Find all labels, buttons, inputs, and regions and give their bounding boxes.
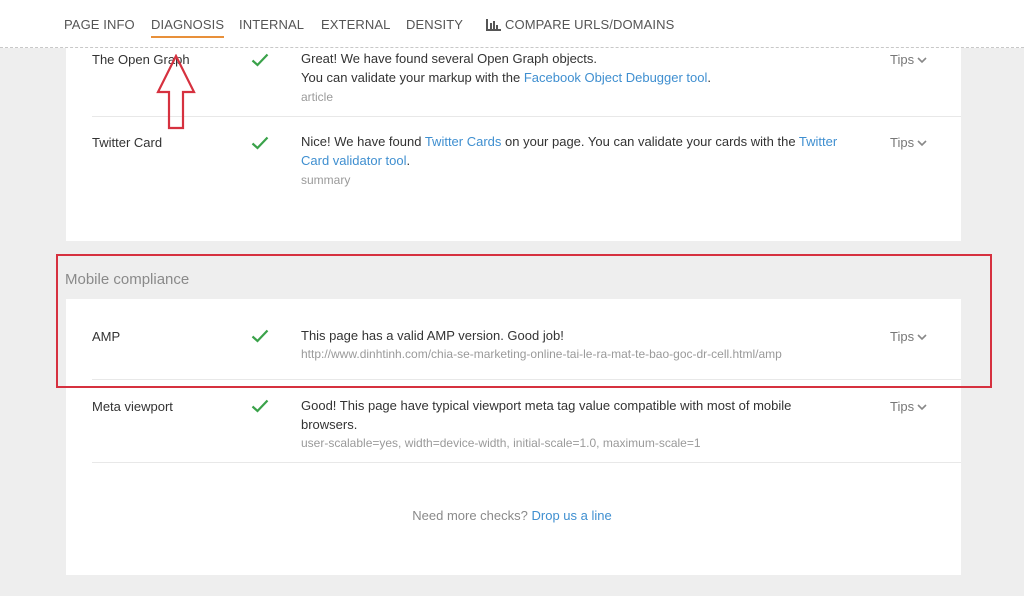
tips-toggle-open-graph[interactable]: Tips (890, 52, 927, 67)
tab-compare-label: COMPARE URLS/DOMAINS (505, 17, 675, 32)
row-label-twitter-card: Twitter Card (92, 135, 163, 150)
drop-us-a-line-link[interactable]: Drop us a line (532, 508, 612, 523)
row-divider (92, 116, 961, 117)
open-graph-value: article (301, 90, 334, 104)
twitter-cards-link[interactable]: Twitter Cards (425, 134, 502, 149)
facebook-debugger-link[interactable]: Facebook Object Debugger tool (524, 70, 708, 85)
tips-label: Tips (890, 135, 915, 150)
twitter-text-2: on your page. You can validate your card… (501, 134, 799, 149)
meta-viewport-value: user-scalable=yes, width=device-width, i… (301, 436, 701, 450)
more-checks-footer: Need more checks? Drop us a line (0, 508, 1024, 523)
tab-diagnosis[interactable]: DIAGNOSIS (151, 17, 225, 38)
bar-chart-icon (486, 19, 501, 31)
meta-viewport-message: Good! This page have typical viewport me… (301, 398, 792, 432)
tips-label: Tips (890, 52, 915, 67)
twitter-period: . (406, 153, 411, 168)
check-icon (251, 399, 269, 413)
up-arrow-icon (156, 54, 196, 130)
open-graph-text: You can validate your markup with the (301, 70, 524, 85)
open-graph-period: . (707, 70, 712, 85)
twitter-text-1: Nice! We have found (301, 134, 425, 149)
twitter-card-message: Nice! We have found Twitter Cards on you… (301, 132, 861, 170)
tips-toggle-meta-viewport[interactable]: Tips (890, 399, 927, 414)
open-graph-message-line2: You can validate your markup with the Fa… (301, 68, 861, 87)
tab-internal[interactable]: INTERNAL (239, 17, 304, 32)
tips-toggle-twitter-card[interactable]: Tips (890, 135, 927, 150)
chevron-down-icon (917, 140, 927, 147)
open-graph-message-line1: Great! We have found several Open Graph … (301, 51, 598, 66)
check-icon (251, 53, 269, 67)
twitter-card-value: summary (301, 173, 351, 187)
tips-label: Tips (890, 399, 915, 414)
chevron-down-icon (917, 57, 927, 64)
chevron-down-icon (917, 404, 927, 411)
footer-text: Need more checks? (412, 508, 532, 523)
tab-compare-urls[interactable]: COMPARE URLS/DOMAINS (486, 17, 674, 32)
highlight-box (56, 254, 992, 388)
row-label-meta-viewport: Meta viewport (92, 399, 173, 414)
top-nav: PAGE INFO DIAGNOSIS INTERNAL EXTERNAL DE… (0, 0, 1024, 48)
tab-page-info[interactable]: PAGE INFO (64, 17, 135, 32)
row-divider (92, 462, 961, 463)
tab-external[interactable]: EXTERNAL (321, 17, 390, 32)
open-graph-message: Great! We have found several Open Graph … (301, 49, 861, 87)
tab-density[interactable]: DENSITY (406, 17, 463, 32)
check-icon (251, 136, 269, 150)
